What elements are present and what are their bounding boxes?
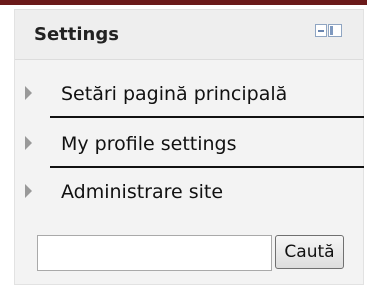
minimize-icon[interactable] — [315, 24, 327, 37]
item-divider — [50, 166, 364, 168]
settings-item-label[interactable]: Setări pagină principală — [61, 82, 287, 106]
settings-block: Settings Setări pagină principală My pro… — [14, 9, 364, 285]
page-top-bar — [0, 0, 367, 5]
dock-panel-icon[interactable] — [328, 24, 342, 37]
settings-item-site-admin[interactable]: Administrare site — [15, 172, 363, 212]
item-divider — [50, 116, 364, 118]
triangle-right-icon — [25, 184, 32, 198]
search-button[interactable]: Caută — [275, 235, 344, 269]
search-input[interactable] — [37, 235, 272, 271]
settings-item-label[interactable]: Administrare site — [61, 180, 223, 204]
triangle-right-icon — [25, 136, 32, 150]
triangle-right-icon — [25, 86, 32, 100]
settings-item-my-profile[interactable]: My profile settings — [15, 124, 363, 164]
settings-item-label[interactable]: My profile settings — [61, 132, 237, 156]
settings-item-front-page[interactable]: Setări pagină principală — [15, 74, 363, 114]
block-controls — [315, 24, 342, 39]
block-title: Settings — [34, 24, 119, 45]
block-header: Settings — [15, 10, 363, 60]
